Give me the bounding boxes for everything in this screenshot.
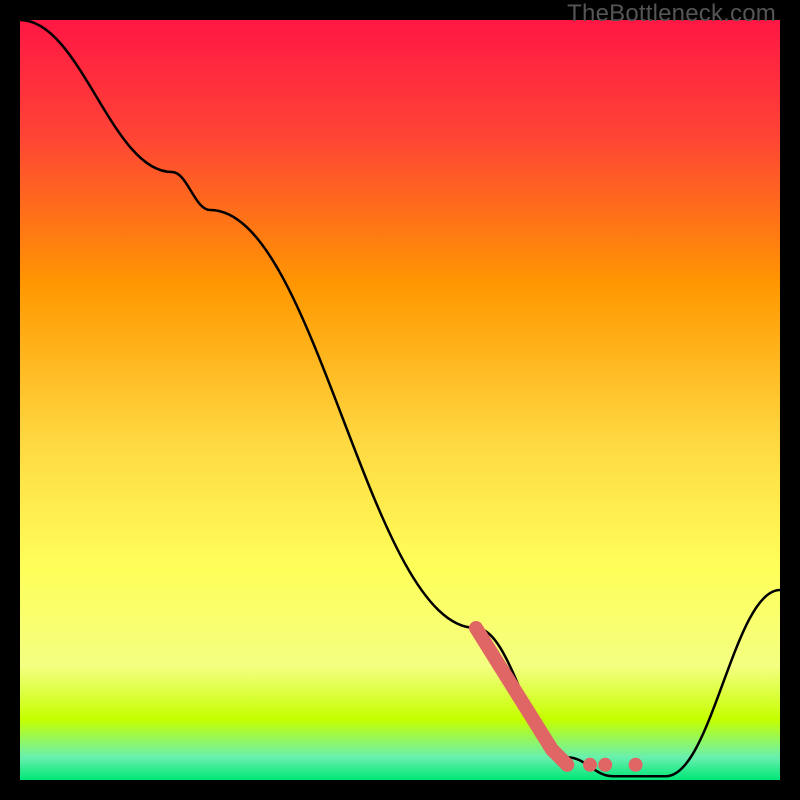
bottleneck-chart	[0, 0, 800, 800]
highlight-dot	[629, 758, 643, 772]
watermark-label: TheBottleneck.com	[567, 0, 776, 28]
gradient-background	[20, 20, 780, 780]
highlight-dot	[598, 758, 612, 772]
highlight-dot	[583, 758, 597, 772]
chart-container: TheBottleneck.com	[0, 0, 800, 800]
plot-border-left	[0, 0, 20, 800]
plot-border-right	[780, 0, 800, 800]
plot-border-bottom	[0, 780, 800, 800]
highlight-dot	[560, 758, 574, 772]
